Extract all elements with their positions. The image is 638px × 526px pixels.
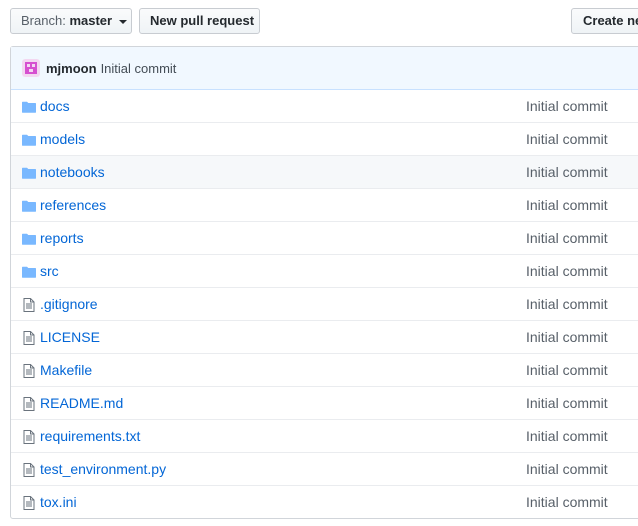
commit-message[interactable]: Initial commit <box>101 61 177 76</box>
file-row[interactable]: docs Initial commit <box>11 90 638 122</box>
file-commit-message-link[interactable]: Initial commit <box>526 295 608 313</box>
file-commit-message-link[interactable]: Initial commit <box>526 229 608 247</box>
file-row[interactable]: Makefile Initial commit <box>11 353 638 386</box>
file-icon <box>21 495 37 511</box>
file-name-link[interactable]: notebooks <box>40 163 105 181</box>
file-row[interactable]: README.md Initial commit <box>11 386 638 419</box>
file-commit-message-link[interactable]: Initial commit <box>526 493 608 511</box>
commit-author-link[interactable]: mjmoon <box>46 61 97 76</box>
file-row[interactable]: tox.ini Initial commit <box>11 485 638 518</box>
file-row[interactable]: requirements.txt Initial commit <box>11 419 638 452</box>
file-name-link[interactable]: LICENSE <box>40 328 100 346</box>
file-commit-message-link[interactable]: Initial commit <box>526 130 608 148</box>
file-name-link[interactable]: tox.ini <box>40 493 77 511</box>
folder-icon <box>21 165 37 181</box>
folder-icon <box>21 99 37 115</box>
file-icon <box>21 363 37 379</box>
file-name-link[interactable]: docs <box>40 97 70 115</box>
folder-icon <box>21 198 37 214</box>
file-row[interactable]: notebooks Initial commit <box>11 155 638 188</box>
file-commit-message-link[interactable]: Initial commit <box>526 394 608 412</box>
file-name-link[interactable]: src <box>40 262 59 280</box>
file-commit-message-link[interactable]: Initial commit <box>526 97 608 115</box>
file-name-link[interactable]: requirements.txt <box>40 427 140 445</box>
file-commit-message-link[interactable]: Initial commit <box>526 262 608 280</box>
create-new-file-button[interactable]: Create ne <box>571 8 638 34</box>
file-row[interactable]: .gitignore Initial commit <box>11 287 638 320</box>
file-name-link[interactable]: models <box>40 130 85 148</box>
folder-icon <box>21 231 37 247</box>
folder-icon <box>21 132 37 148</box>
avatar[interactable] <box>22 59 40 77</box>
file-name-link[interactable]: .gitignore <box>40 295 98 313</box>
file-row[interactable]: test_environment.py Initial commit <box>11 452 638 485</box>
file-list: mjmoon Initial commit docs Initial commit… <box>10 46 638 519</box>
new-pull-request-button[interactable]: New pull request <box>139 8 260 34</box>
file-icon <box>21 330 37 346</box>
file-row[interactable]: LICENSE Initial commit <box>11 320 638 353</box>
file-row[interactable]: reports Initial commit <box>11 221 638 254</box>
file-name-link[interactable]: README.md <box>40 394 123 412</box>
file-icon <box>21 396 37 412</box>
file-icon <box>21 297 37 313</box>
file-commit-message-link[interactable]: Initial commit <box>526 361 608 379</box>
file-row[interactable]: references Initial commit <box>11 188 638 221</box>
repo-toolbar: Branch: master New pull request Create n… <box>0 0 638 46</box>
file-icon <box>21 462 37 478</box>
branch-prefix: Branch: <box>21 13 66 28</box>
folder-icon <box>21 264 37 280</box>
file-icon <box>21 429 37 445</box>
file-rows: docs Initial commit models Initial commit no… <box>11 90 638 518</box>
branch-select-button[interactable]: Branch: master <box>10 8 132 34</box>
file-name-link[interactable]: references <box>40 196 106 214</box>
branch-name: master <box>69 13 113 28</box>
latest-commit-bar: mjmoon Initial commit <box>11 47 638 90</box>
caret-down-icon <box>118 19 127 24</box>
file-name-link[interactable]: test_environment.py <box>40 460 166 478</box>
file-name-link[interactable]: Makefile <box>40 361 92 379</box>
file-commit-message-link[interactable]: Initial commit <box>526 196 608 214</box>
file-row[interactable]: src Initial commit <box>11 254 638 287</box>
file-commit-message-link[interactable]: Initial commit <box>526 163 608 181</box>
file-row[interactable]: models Initial commit <box>11 122 638 155</box>
file-name-link[interactable]: reports <box>40 229 84 247</box>
file-commit-message-link[interactable]: Initial commit <box>526 427 608 445</box>
file-commit-message-link[interactable]: Initial commit <box>526 328 608 346</box>
file-commit-message-link[interactable]: Initial commit <box>526 460 608 478</box>
